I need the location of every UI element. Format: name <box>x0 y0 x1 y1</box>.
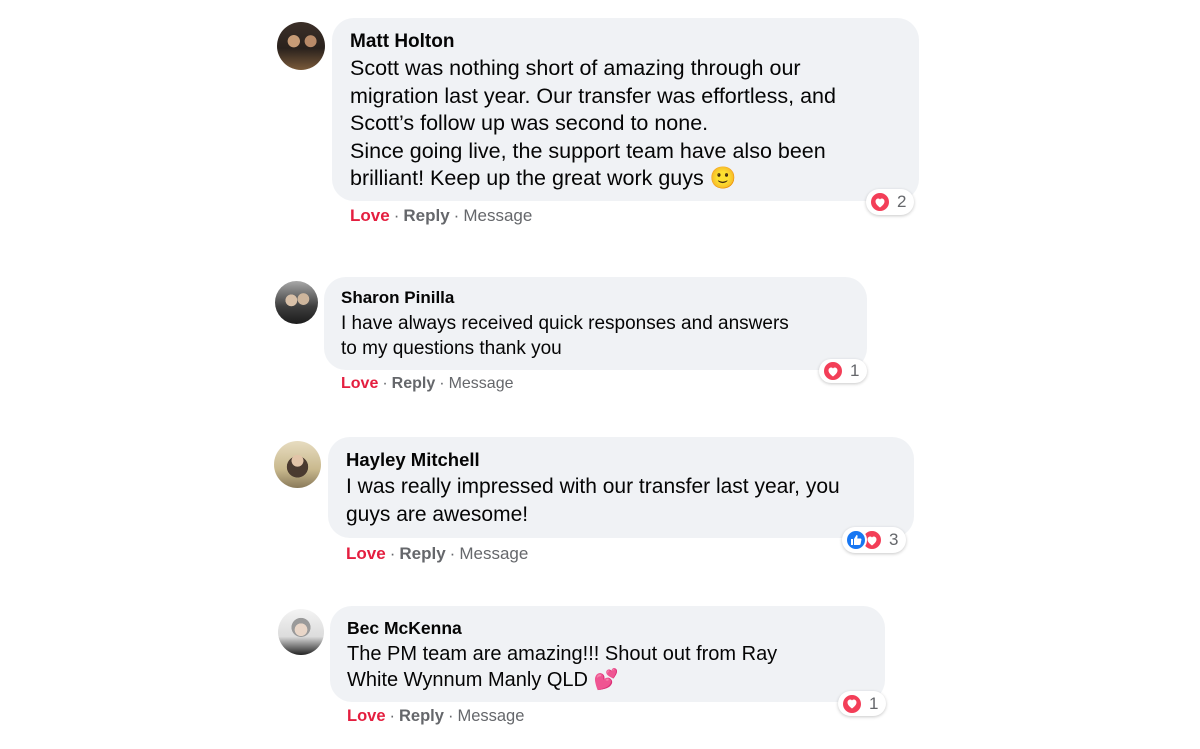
commenter-name[interactable]: Sharon Pinilla <box>341 288 850 308</box>
separator: · <box>449 544 456 563</box>
commenter-name[interactable]: Hayley Mitchell <box>346 449 896 471</box>
comment-bubble: Bec McKenna The PM team are amazing!!! S… <box>330 606 885 702</box>
reply-button[interactable]: Reply <box>399 544 445 563</box>
message-button[interactable]: Message <box>457 707 524 725</box>
comment-actions: Love · Reply · Message <box>341 375 514 393</box>
comment-actions: Love · Reply · Message <box>346 544 528 564</box>
separator: · <box>389 707 396 725</box>
separator: · <box>447 707 454 725</box>
reaction-count: 1 <box>850 361 860 380</box>
message-button[interactable]: Message <box>449 375 514 392</box>
heart-icon <box>841 692 863 715</box>
reply-button[interactable]: Reply <box>399 707 444 725</box>
reaction-count: 2 <box>897 192 907 211</box>
comment-text: The PM team are amazing!!! Shout out fro… <box>347 643 778 691</box>
love-button[interactable]: Love <box>346 544 386 563</box>
reaction-count: 3 <box>889 530 899 549</box>
reaction-summary[interactable]: 1 <box>819 359 868 383</box>
avatar[interactable] <box>275 281 318 324</box>
separator: · <box>393 206 400 225</box>
heart-icon <box>869 191 891 213</box>
separator: · <box>453 206 460 225</box>
reaction-summary[interactable]: 3 <box>842 527 907 553</box>
separator: · <box>382 375 388 392</box>
comment-bubble: Hayley Mitchell I was really impressed w… <box>328 437 914 538</box>
comment-text: I have always received quick responses a… <box>341 313 789 359</box>
comment-actions: Love · Reply · Message <box>347 707 524 726</box>
separator: · <box>389 544 396 563</box>
message-button[interactable]: Message <box>459 544 528 563</box>
reaction-summary[interactable]: 2 <box>866 189 915 215</box>
reply-button[interactable]: Reply <box>392 375 436 392</box>
avatar[interactable] <box>274 441 321 488</box>
commenter-name[interactable]: Bec McKenna <box>347 618 868 638</box>
comment-bubble: Sharon Pinilla I have always received qu… <box>324 277 867 370</box>
reaction-summary[interactable]: 1 <box>838 691 887 716</box>
comment-bubble: Matt Holton Scott was nothing short of a… <box>332 18 919 201</box>
love-button[interactable]: Love <box>350 206 390 225</box>
commenter-name[interactable]: Matt Holton <box>350 31 901 53</box>
comment-text: Scott was nothing short of amazing throu… <box>350 56 836 190</box>
comment-actions: Love · Reply · Message <box>350 206 532 226</box>
love-button[interactable]: Love <box>341 375 378 392</box>
reply-button[interactable]: Reply <box>403 206 449 225</box>
avatar[interactable] <box>278 609 324 655</box>
message-button[interactable]: Message <box>463 206 532 225</box>
comment-text: I was really impressed with our transfer… <box>346 475 840 526</box>
heart-icon <box>822 360 844 382</box>
avatar[interactable] <box>277 22 325 70</box>
like-icon <box>845 529 867 551</box>
reaction-count: 1 <box>869 693 879 713</box>
love-button[interactable]: Love <box>347 707 386 725</box>
separator: · <box>439 375 445 392</box>
